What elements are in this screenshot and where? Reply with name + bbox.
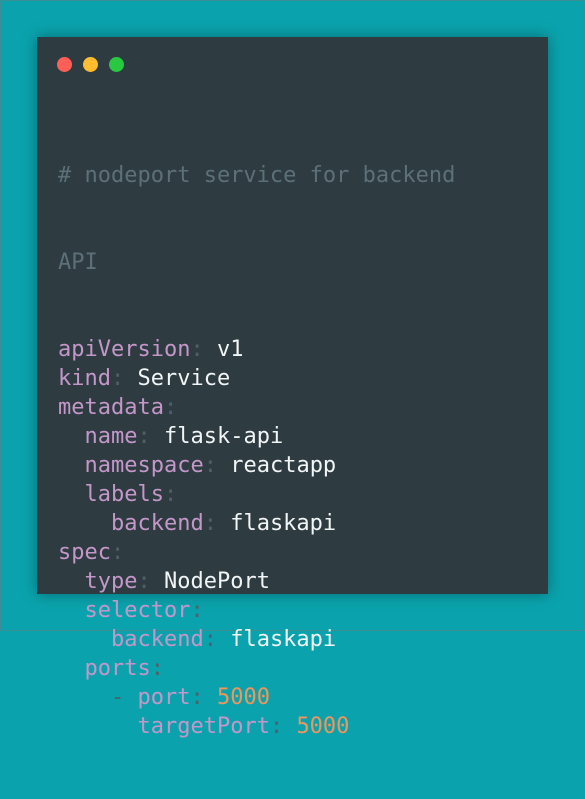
yaml-key: labels	[84, 482, 164, 507]
yaml-lines: apiVersion: v1 kind: Service metadata: nam…	[58, 335, 536, 741]
yaml-line: spec:	[58, 538, 536, 567]
yaml-line: selector:	[58, 596, 536, 625]
yaml-key: metadata	[58, 395, 164, 420]
yaml-key: backend	[110, 511, 204, 536]
yaml-key: port	[137, 685, 191, 710]
yaml-colon: :	[190, 598, 204, 623]
yaml-colon: :	[110, 366, 125, 391]
yaml-key: type	[84, 569, 138, 594]
yaml-colon: :	[110, 540, 125, 565]
yaml-line: backend: flaskapi	[58, 625, 536, 654]
close-dot[interactable]	[57, 57, 72, 72]
minimize-dot[interactable]	[83, 57, 98, 72]
list-dash: -	[110, 685, 138, 710]
yaml-line: backend: flaskapi	[58, 509, 536, 538]
yaml-key: apiVersion	[58, 337, 191, 362]
yaml-line: namespace: reactapp	[58, 451, 536, 480]
yaml-number-value: 5000	[296, 714, 350, 739]
yaml-value: v1	[216, 337, 244, 362]
code-window: # nodeport service for backend API apiVe…	[37, 37, 548, 739]
yaml-colon: :	[150, 656, 164, 681]
yaml-value: flask-api	[163, 424, 284, 449]
yaml-line: ports:	[58, 654, 536, 683]
yaml-line: labels:	[58, 480, 536, 509]
yaml-colon: :	[203, 511, 217, 536]
yaml-number-value: 5000	[216, 685, 270, 710]
comment-line: # nodeport service for backend	[58, 163, 456, 188]
yaml-colon: :	[269, 714, 284, 739]
yaml-colon: :	[190, 685, 204, 710]
yaml-line: - port: 5000	[58, 683, 536, 712]
yaml-key: name	[84, 424, 138, 449]
yaml-key: namespace	[84, 453, 204, 478]
yaml-value: flaskapi	[230, 511, 337, 536]
yaml-line: metadata:	[58, 393, 536, 422]
yaml-colon: :	[163, 395, 178, 420]
code-block: # nodeport service for backend API apiVe…	[58, 103, 536, 799]
yaml-colon: :	[163, 482, 178, 507]
yaml-key: ports	[84, 656, 151, 681]
yaml-key: kind	[58, 366, 111, 391]
yaml-value: Service	[137, 366, 231, 391]
yaml-colon: :	[190, 337, 204, 362]
yaml-key: spec	[58, 540, 111, 565]
yaml-value: reactapp	[230, 453, 337, 478]
yaml-colon: :	[137, 424, 151, 449]
yaml-colon: :	[137, 569, 151, 594]
yaml-line: targetPort: 5000	[58, 712, 536, 741]
maximize-dot[interactable]	[109, 57, 124, 72]
yaml-line: apiVersion: v1	[58, 335, 536, 364]
yaml-line: name: flask-api	[58, 422, 536, 451]
window-controls	[57, 57, 124, 72]
yaml-value: NodePort	[163, 569, 270, 594]
comment-line: API	[58, 250, 98, 275]
yaml-line: type: NodePort	[58, 567, 536, 596]
yaml-colon: :	[203, 453, 217, 478]
yaml-line: kind: Service	[58, 364, 536, 393]
yaml-key: targetPort	[137, 714, 270, 739]
yaml-key: selector	[84, 598, 191, 623]
